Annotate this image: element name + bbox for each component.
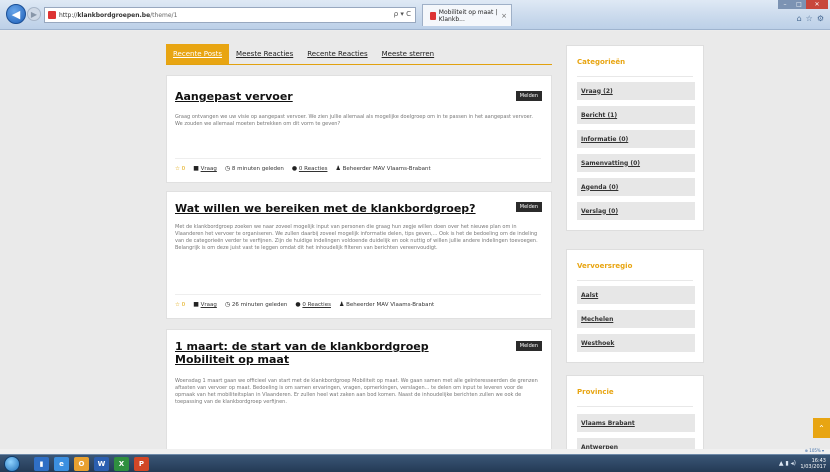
regio-item-mechelen[interactable]: Mechelen — [577, 310, 695, 328]
star-rating[interactable]: ☆ 0 — [175, 302, 185, 308]
folder-app-icon[interactable]: ▮ — [34, 457, 49, 471]
post-reactions-link[interactable]: 0 Reacties — [302, 302, 331, 308]
tab-recente-reacties[interactable]: Recente Reacties — [300, 44, 374, 64]
category-item-bericht[interactable]: Bericht (1) — [577, 106, 695, 124]
comment-icon: ● — [295, 301, 301, 308]
widget-title: Provincie — [577, 388, 614, 396]
powerpoint-icon[interactable]: P — [134, 457, 149, 471]
address-search-refresh-icon[interactable]: ρ ▾ C — [394, 10, 411, 18]
clock-icon: ◷ — [224, 165, 231, 172]
category-item-informatie[interactable]: Informatie (0) — [577, 130, 695, 148]
widget-title: Categorieën — [577, 58, 626, 66]
system-tray-icons[interactable]: ▲ ▮ ◂) — [779, 460, 796, 467]
favorites-star-icon[interactable]: ☆ — [806, 14, 813, 23]
post-card: Aangepast vervoer Melden Graag ontvangen… — [166, 75, 552, 183]
post-time: 26 minuten geleden — [231, 302, 288, 308]
post-excerpt: Woensdag 1 maart gaan we officieel van s… — [175, 378, 538, 405]
widget-title: Vervoersregio — [577, 262, 633, 270]
category-item-agenda[interactable]: Agenda (0) — [577, 178, 695, 196]
widget-divider — [577, 76, 693, 77]
windows-start-icon[interactable] — [4, 456, 20, 472]
post-time: 8 minuten geleden — [231, 166, 284, 172]
tab-close-icon[interactable]: × — [501, 12, 507, 20]
provincie-item-vlaams-brabant[interactable]: Vlaams Brabant — [577, 414, 695, 432]
outlook-icon[interactable]: O — [74, 457, 89, 471]
post-author: Beheerder MAV Vlaams-Brabant — [346, 302, 435, 308]
category-item-samenvatting[interactable]: Samenvatting (0) — [577, 154, 695, 172]
folder-icon: ■ — [193, 165, 199, 172]
settings-gear-icon[interactable]: ⚙ — [817, 14, 824, 23]
regio-item-westhoek[interactable]: Westhoek — [577, 334, 695, 352]
excel-icon[interactable]: X — [114, 457, 129, 471]
clock[interactable]: 16:43 1/03/2017 — [800, 458, 826, 470]
widget-divider — [577, 280, 693, 281]
melden-button[interactable]: Melden — [515, 202, 542, 212]
tab-favicon-icon — [430, 11, 436, 20]
post-meta: ☆ 0 ■ Vraag ◷ 26 minuten geleden ● 0 Rea… — [175, 294, 541, 308]
widget-divider — [577, 406, 693, 407]
url-prefix: http:// — [59, 11, 78, 19]
close-window-icon[interactable]: ✕ — [806, 0, 828, 9]
category-item-vraag[interactable]: Vraag (2) — [577, 82, 695, 100]
user-icon: ♟ — [338, 301, 345, 308]
post-card: 1 maart: de start van de klankbordgroep … — [166, 329, 552, 449]
zoom-level[interactable]: ⊕ 105% ▾ — [805, 448, 824, 453]
word-icon[interactable]: W — [94, 457, 109, 471]
window-controls: – □ ✕ — [778, 0, 828, 9]
maximize-icon[interactable]: □ — [792, 0, 806, 9]
vervoersregio-widget: Vervoersregio Aalst Mechelen Westhoek — [566, 249, 704, 363]
category-item-verslag[interactable]: Verslag (0) — [577, 202, 695, 220]
post-title[interactable]: Wat willen we bereiken met de klankbordg… — [175, 202, 476, 215]
url-path: /theme/1 — [150, 11, 178, 19]
url-domain: klankbordgroepen.be — [77, 11, 151, 19]
minimize-icon[interactable]: – — [778, 0, 792, 9]
windows-taskbar: ▮ e O W X P ▲ ▮ ◂) 16:43 1/03/2017 — [0, 454, 830, 472]
provincie-widget: Provincie Vlaams Brabant Antwerpen — [566, 375, 704, 449]
browser-tab[interactable]: Mobiliteit op maat | Klankb... × — [422, 4, 512, 26]
forward-arrow-icon[interactable]: ▶ — [27, 7, 41, 21]
user-icon: ♟ — [335, 165, 341, 172]
comment-icon: ● — [291, 165, 298, 172]
melden-button[interactable]: Melden — [515, 341, 542, 351]
clock-date: 1/03/2017 — [800, 464, 826, 470]
post-tabs: Recente Posts Meeste Reacties Recente Re… — [166, 44, 552, 65]
site-favicon-icon — [48, 11, 56, 19]
chevron-up-icon: ⌃ — [818, 423, 825, 433]
star-rating[interactable]: ☆ 0 — [175, 166, 185, 172]
post-meta: ☆ 0 ■ Vraag ◷ 8 minuten geleden ● 0 Reac… — [175, 158, 541, 172]
melden-button[interactable]: Melden — [515, 91, 542, 101]
folder-icon: ■ — [193, 301, 199, 308]
post-category-link[interactable]: Vraag — [201, 302, 217, 308]
tab-meeste-sterren[interactable]: Meeste sterren — [375, 44, 442, 64]
post-author: Beheerder MAV Vlaams-Brabant — [342, 166, 431, 172]
post-title[interactable]: 1 maart: de start van de klankbordgroep … — [175, 340, 475, 366]
tab-title: Mobiliteit op maat | Klankb... — [438, 8, 498, 23]
internet-explorer-icon[interactable]: e — [54, 457, 69, 471]
back-arrow-icon[interactable]: ◀ — [6, 4, 26, 24]
browser-chrome: ◀ ▶ http:// klankbordgroepen.be /theme/1… — [0, 0, 830, 30]
regio-item-aalst[interactable]: Aalst — [577, 286, 695, 304]
clock-icon: ◷ — [224, 301, 231, 308]
post-category-link[interactable]: Vraag — [201, 166, 217, 172]
post-excerpt: Graag ontvangen we uw visie op aangepast… — [175, 114, 533, 127]
chrome-toolbar-icons: ⌂ ☆ ⚙ — [797, 14, 824, 23]
scroll-to-top-button[interactable]: ⌃ — [813, 418, 830, 438]
post-excerpt: Met de klankbordgroep zoeken we naar zov… — [175, 224, 538, 251]
post-reactions-link[interactable]: 0 Reacties — [299, 166, 328, 172]
tab-meeste-reacties[interactable]: Meeste Reacties — [229, 44, 300, 64]
address-bar[interactable]: http:// klankbordgroepen.be /theme/1 ρ ▾… — [44, 7, 416, 23]
post-card: Wat willen we bereiken met de klankbordg… — [166, 191, 552, 319]
home-icon[interactable]: ⌂ — [797, 14, 802, 23]
categories-widget: Categorieën Vraag (2) Bericht (1) Inform… — [566, 45, 704, 231]
post-title[interactable]: Aangepast vervoer — [175, 90, 293, 103]
tab-recente-posts[interactable]: Recente Posts — [166, 44, 230, 64]
provincie-item-antwerpen[interactable]: Antwerpen — [577, 438, 695, 449]
page-content: Recente Posts Meeste Reacties Recente Re… — [0, 31, 830, 449]
